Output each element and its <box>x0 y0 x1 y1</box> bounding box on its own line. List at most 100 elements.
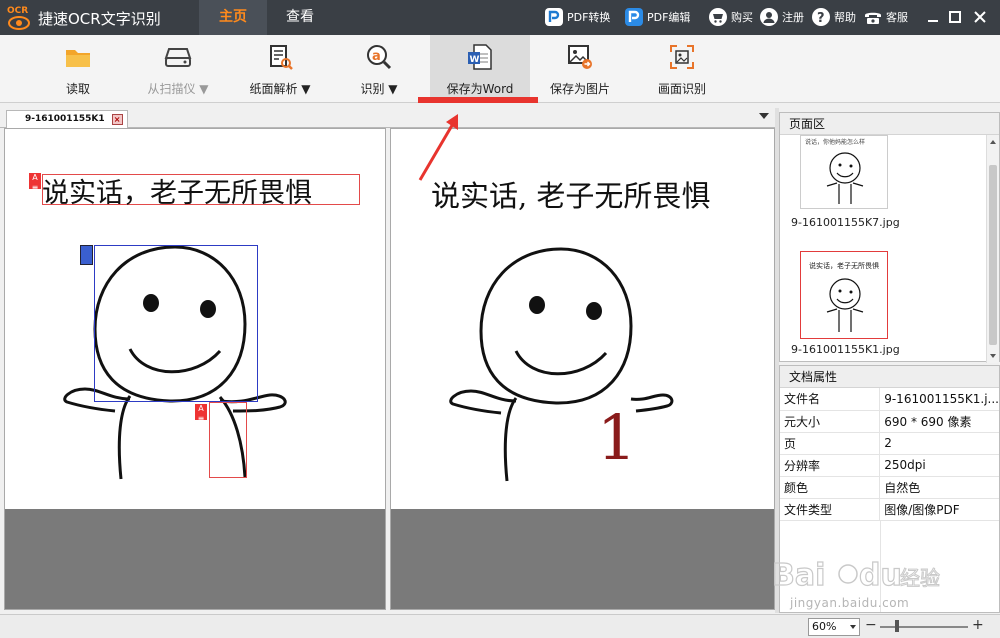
scanner-button[interactable]: 从扫描仪 ▼ <box>128 35 228 103</box>
read-label: 读取 <box>65 82 90 96</box>
zoom-slider[interactable] <box>880 626 968 628</box>
zoom-value: 60% <box>812 620 837 633</box>
tab-close-icon[interactable]: × <box>111 114 123 125</box>
source-image-pane[interactable]: A ≡ 说实话，老子无所畏惧 A ≡ <box>4 128 386 610</box>
help-label: 帮助 <box>834 11 856 24</box>
prop-value: 9-161001155K1.j... <box>879 388 999 411</box>
document-tab-bar: 9-161001155K1 × <box>0 108 775 128</box>
support-label: 客服 <box>886 11 908 24</box>
text-region-marker-2-icon[interactable]: A ≡ <box>195 404 207 423</box>
thumb-caption-1[interactable]: 9-161001155K7.jpg <box>791 216 900 229</box>
svg-text:OCR: OCR <box>7 6 28 16</box>
result-title-text: 说实话, 老子无所畏惧 <box>431 179 711 213</box>
screen-recognize-button[interactable]: 画面识别 <box>632 35 732 103</box>
page-analyze-button[interactable]: 纸面解析 ▼ <box>230 35 330 103</box>
page-analyze-icon <box>270 45 293 70</box>
page-area-panel: 页面区 说话，你他妈能怎么样 9-161001155K7.jpg 说实话，老子无… <box>779 112 1000 363</box>
text-region-box-2[interactable] <box>209 402 247 478</box>
cart-icon <box>708 7 728 27</box>
user-icon <box>759 7 779 27</box>
tab-list-dropdown-icon[interactable] <box>759 113 769 119</box>
prop-value: 690 * 690 像素 <box>879 410 999 433</box>
prop-value: 2 <box>879 432 999 455</box>
table-row: 分辨率 250dpi <box>780 454 999 477</box>
zoom-in-button[interactable]: + <box>972 617 984 633</box>
close-button[interactable] <box>972 9 988 25</box>
recognized-digit: 1 <box>597 401 637 474</box>
close-icon <box>974 11 986 23</box>
register-link[interactable]: 注册 <box>759 6 804 28</box>
pdf-edit-link[interactable]: PDF编辑 <box>624 6 690 28</box>
minimize-icon <box>928 20 938 22</box>
zoom-slider-handle[interactable] <box>895 620 899 632</box>
prop-key: 元大小 <box>780 410 881 433</box>
source-title-text: 说实话，老子无所畏惧 <box>42 178 312 209</box>
image-region-marker-icon[interactable] <box>80 245 93 265</box>
table-row: 颜色 自然色 <box>780 476 999 499</box>
scroll-down-icon[interactable] <box>990 354 996 358</box>
minimize-button[interactable] <box>925 9 941 25</box>
scroll-thumb[interactable] <box>989 165 997 345</box>
scanner-label: 从扫描仪 ▼ <box>147 82 209 96</box>
image-region-box[interactable] <box>94 245 258 402</box>
maximize-icon <box>949 11 961 23</box>
page-thumbnail-2[interactable]: 说实话，老子无所畏惧 <box>800 251 888 339</box>
page-area-scrollbar[interactable] <box>986 135 999 363</box>
doc-properties-header: 文档属性 <box>780 366 999 388</box>
page-thumbnail-1[interactable]: 说话，你他妈能怎么样 <box>800 135 888 209</box>
result-pane[interactable]: 说实话, 老子无所畏惧 1 <box>390 128 775 610</box>
thumb-caption-2[interactable]: 9-161001155K1.jpg <box>791 343 900 356</box>
svg-text:a: a <box>372 49 381 64</box>
recognize-button[interactable]: a 识别 ▼ <box>330 35 428 103</box>
thumb-face-icon <box>826 152 864 204</box>
title-bar: OCR 捷速OCR文字识别 主页 查看 PDF转换 PDF编辑 购买 注册 ? … <box>0 0 1000 35</box>
help-link[interactable]: ? 帮助 <box>811 6 856 28</box>
pane-background <box>391 509 774 609</box>
zoom-out-button[interactable]: − <box>865 617 877 633</box>
help-icon: ? <box>811 7 831 27</box>
document-tab[interactable]: 9-161001155K1 × <box>6 110 128 128</box>
maximize-button[interactable] <box>947 9 963 25</box>
pdf-edit-label: PDF编辑 <box>647 11 691 24</box>
prop-key: 文件类型 <box>780 498 881 521</box>
zoom-select[interactable]: 60% <box>808 618 860 636</box>
table-row: 元大小 690 * 690 像素 <box>780 410 999 433</box>
pdf-convert-label: PDF转换 <box>567 11 611 24</box>
result-face-drawing <box>449 247 674 482</box>
prop-value: 250dpi <box>879 454 999 477</box>
prop-value: 图像/图像PDF <box>879 498 999 521</box>
pdf-convert-icon <box>544 7 564 27</box>
watermark-url: jingyan.baidu.com <box>790 596 910 610</box>
save-as-word-button[interactable]: W 保存为Word <box>430 35 530 103</box>
svg-text:du: du <box>859 558 902 593</box>
save-as-image-button[interactable]: 保存为图片 <box>530 35 630 103</box>
buy-link[interactable]: 购买 <box>708 6 753 28</box>
text-region-marker-icon[interactable]: A ≡ <box>29 173 41 192</box>
app-window: OCR 捷速OCR文字识别 主页 查看 PDF转换 PDF编辑 购买 注册 ? … <box>0 0 1000 638</box>
save-as-image-label: 保存为图片 <box>549 82 610 96</box>
folder-icon <box>66 50 90 67</box>
pdf-edit-icon <box>624 7 644 27</box>
pdf-convert-link[interactable]: PDF转换 <box>544 6 610 28</box>
scroll-up-icon[interactable] <box>990 140 996 144</box>
main-toolbar: 读取 从扫描仪 ▼ 纸面解析 ▼ a 识别 ▼ W 保存为Word 保存为图片 … <box>0 35 1000 103</box>
phone-icon <box>863 7 883 27</box>
screen-recognize-label: 画面识别 <box>657 82 706 96</box>
page-analyze-label: 纸面解析 ▼ <box>249 82 311 96</box>
thumb-text: 说实话，老子无所畏惧 <box>809 262 879 270</box>
support-link[interactable]: 客服 <box>863 6 908 28</box>
table-row: 文件名 9-161001155K1.j... <box>780 388 999 411</box>
svg-text:?: ? <box>817 11 825 26</box>
read-button[interactable]: 读取 <box>30 35 126 103</box>
table-row: 页2 <box>780 432 999 455</box>
app-title: 捷速OCR文字识别 <box>38 10 161 28</box>
tab-home[interactable]: 主页 <box>199 0 267 35</box>
annotation-arrow-icon <box>418 114 458 181</box>
status-bar: 60% − + <box>0 614 1000 638</box>
prop-key: 分辨率 <box>780 454 881 477</box>
svg-text:W: W <box>470 55 480 65</box>
prop-value: 自然色 <box>879 476 999 499</box>
save-as-word-label: 保存为Word <box>446 82 514 96</box>
thumb-face-icon <box>826 278 864 332</box>
tab-view[interactable]: 查看 <box>267 0 333 35</box>
